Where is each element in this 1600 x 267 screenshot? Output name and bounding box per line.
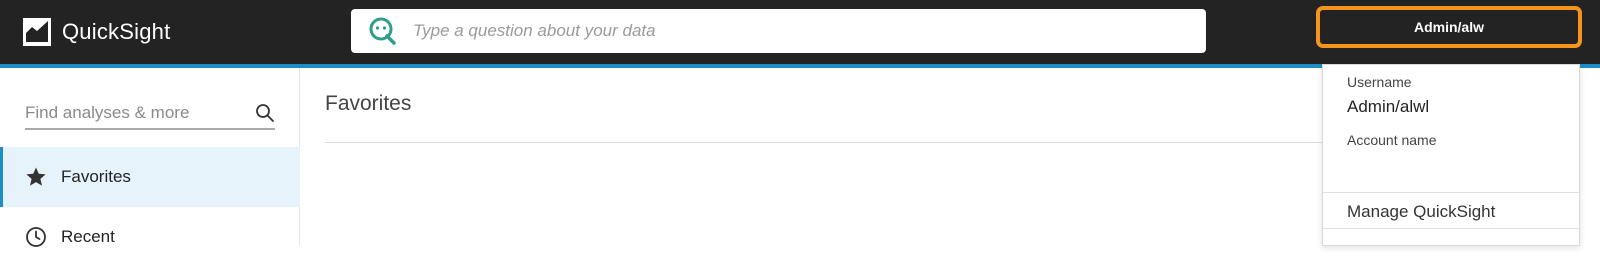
clock-icon xyxy=(26,227,46,247)
username-value: Admin/alwl xyxy=(1347,97,1430,116)
account-name-label: Account name xyxy=(1347,132,1437,148)
top-navigation-bar: QuickSight Admin/alw xyxy=(0,0,1600,64)
q-assistant-icon xyxy=(369,17,396,45)
search-icon[interactable] xyxy=(255,103,275,123)
menu-divider xyxy=(1323,192,1581,193)
sidebar-item-favorites[interactable]: Favorites xyxy=(0,147,300,207)
title-divider xyxy=(325,142,1325,143)
star-icon xyxy=(26,167,46,186)
q-search-bar[interactable] xyxy=(351,9,1206,53)
sidebar-item-label: Recent xyxy=(61,227,115,246)
sidebar-search[interactable] xyxy=(25,98,275,130)
user-menu-button-label: Admin/alw xyxy=(1413,19,1484,35)
quicksight-logo-icon xyxy=(23,18,51,46)
brand-name: QuickSight xyxy=(62,19,171,44)
sidebar-item-label: Favorites xyxy=(61,167,131,186)
q-search-input[interactable] xyxy=(413,21,1173,41)
manage-quicksight-link[interactable]: Manage QuickSight xyxy=(1347,202,1495,222)
brand[interactable]: QuickSight xyxy=(22,16,170,48)
page-title: Favorites xyxy=(325,92,412,115)
username-label: Username xyxy=(1347,74,1412,90)
sidebar-item-recent[interactable]: Recent xyxy=(0,207,300,267)
menu-divider xyxy=(1323,228,1581,229)
sidebar: Favorites Recent xyxy=(0,68,300,247)
user-menu-button[interactable]: Admin/alw xyxy=(1316,6,1582,48)
user-menu-dropdown: Username Admin/alwl Account name Manage … xyxy=(1322,64,1581,246)
sidebar-search-input[interactable] xyxy=(25,103,235,123)
